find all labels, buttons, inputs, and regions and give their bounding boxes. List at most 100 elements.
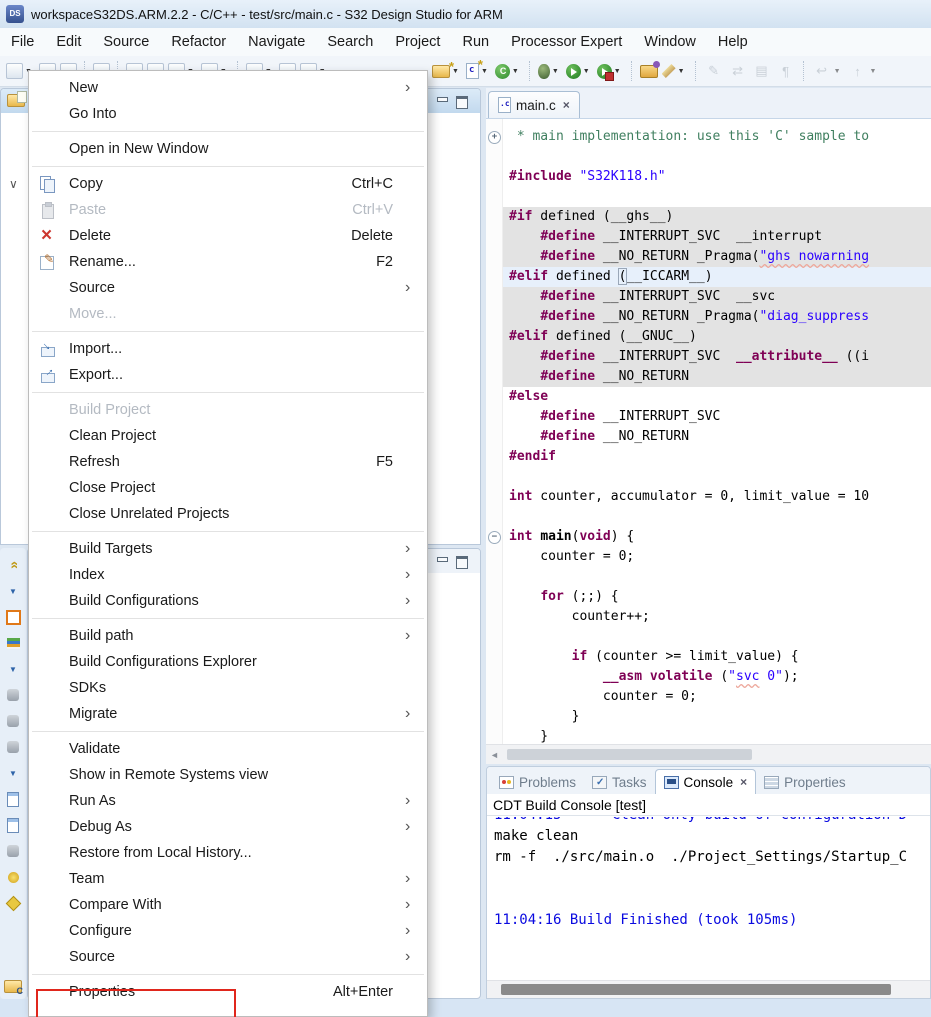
- context-menu-item-new[interactable]: New›: [29, 75, 427, 101]
- menu-shortcut: F5: [376, 454, 405, 470]
- tab-main-c[interactable]: main.c ×: [488, 91, 580, 118]
- chevron-down-icon[interactable]: ∨: [9, 177, 18, 191]
- context-menu-item-debug-as[interactable]: Debug As›: [29, 814, 427, 840]
- context-menu-item-clean-project[interactable]: Clean Project: [29, 423, 427, 449]
- close-tab-icon[interactable]: ×: [740, 775, 747, 789]
- console-hscrollbar[interactable]: [487, 980, 930, 998]
- context-menu-item-build-targets[interactable]: Build Targets›: [29, 536, 427, 562]
- menu-help[interactable]: Help: [707, 34, 759, 50]
- context-menu-item-compare-with[interactable]: Compare With›: [29, 892, 427, 918]
- open-declaration-icon: ▤: [751, 61, 773, 81]
- context-menu-item-paste[interactable]: PasteCtrl+V: [29, 197, 427, 223]
- tab-problems[interactable]: Problems: [491, 770, 584, 794]
- context-menu-item-export[interactable]: Export...: [29, 362, 427, 388]
- context-menu-item-close-project[interactable]: Close Project: [29, 475, 427, 501]
- console-panel: ProblemsTasksConsole×Properties CDT Buil…: [486, 766, 931, 999]
- minimized-view-icon[interactable]: [2, 890, 24, 916]
- context-menu-item-go-into[interactable]: Go Into: [29, 101, 427, 127]
- tab-label: Console: [684, 775, 734, 790]
- menu-processor-expert[interactable]: Processor Expert: [500, 34, 633, 50]
- debug-icon[interactable]: ▼: [537, 63, 563, 80]
- tab-console[interactable]: Console ×: [655, 769, 757, 794]
- minimize-panel-icon[interactable]: [436, 96, 448, 107]
- menu-file[interactable]: File: [0, 34, 45, 50]
- outline-view-icon[interactable]: [2, 604, 24, 630]
- editor-hscrollbar[interactable]: ◄: [486, 744, 931, 764]
- context-menu-item-validate[interactable]: Validate: [29, 736, 427, 762]
- context-menu-item-migrate[interactable]: Migrate›: [29, 701, 427, 727]
- code-line: #define __NO_RETURN: [503, 427, 931, 447]
- menu-source[interactable]: Source: [92, 34, 160, 50]
- code-line: int counter, accumulator = 0, limit_valu…: [503, 487, 931, 507]
- menu-search[interactable]: Search: [316, 34, 384, 50]
- open-resource-icon[interactable]: [639, 64, 659, 79]
- c-perspective-folder-icon[interactable]: [2, 973, 24, 999]
- context-menu-item-index[interactable]: Index›: [29, 562, 427, 588]
- minimize-panel-icon[interactable]: [436, 556, 448, 567]
- context-menu-item-sdks[interactable]: SDKs: [29, 675, 427, 701]
- toolbar-separator: [631, 61, 633, 81]
- context-menu-item-show-in-remote-systems-view[interactable]: Show in Remote Systems view: [29, 762, 427, 788]
- menu-navigate[interactable]: Navigate: [237, 34, 316, 50]
- context-menu-item-team[interactable]: Team›: [29, 866, 427, 892]
- view-menu-icon[interactable]: ▼: [2, 760, 24, 786]
- context-menu-item-copy[interactable]: CopyCtrl+C: [29, 171, 427, 197]
- menu-refactor[interactable]: Refactor: [160, 34, 237, 50]
- toolbar-separator: [529, 61, 531, 81]
- view-menu-icon[interactable]: ▼: [2, 656, 24, 682]
- project-explorer-tab-icon[interactable]: [7, 94, 25, 107]
- context-menu-item-refresh[interactable]: RefreshF5: [29, 449, 427, 475]
- close-tab-icon[interactable]: ×: [563, 98, 570, 112]
- maximize-panel-icon[interactable]: [456, 96, 468, 107]
- tab-tasks[interactable]: Tasks: [584, 770, 655, 794]
- menu-run[interactable]: Run: [451, 34, 500, 50]
- build-icon[interactable]: ▼: [494, 63, 523, 80]
- context-menu-item-move[interactable]: Move...: [29, 301, 427, 327]
- context-menu-item-close-unrelated-projects[interactable]: Close Unrelated Projects: [29, 501, 427, 527]
- minimized-view-icon[interactable]: [2, 864, 24, 890]
- collapse-fold-icon[interactable]: −: [488, 531, 501, 544]
- submenu-arrow-icon: ›: [405, 922, 427, 940]
- menu-project[interactable]: Project: [384, 34, 451, 50]
- minimized-view-icon[interactable]: [2, 786, 24, 812]
- scrollbar-thumb[interactable]: [507, 749, 752, 760]
- context-menu-item-rename[interactable]: Rename...F2: [29, 249, 427, 275]
- external-tools-icon[interactable]: ▼: [596, 63, 625, 80]
- minimized-view-icon[interactable]: [2, 812, 24, 838]
- minimized-view-icon[interactable]: [2, 708, 24, 734]
- tab-properties[interactable]: Properties: [756, 770, 854, 794]
- run-icon[interactable]: ▼: [565, 63, 594, 80]
- maximize-panel-icon[interactable]: [456, 556, 468, 567]
- context-menu-item-build-project[interactable]: Build Project: [29, 397, 427, 423]
- minimized-view-icon[interactable]: [2, 734, 24, 760]
- context-menu-item-build-path[interactable]: Build path›: [29, 623, 427, 649]
- restore-views-icon[interactable]: »: [2, 552, 24, 578]
- minimized-view-icon[interactable]: [2, 838, 24, 864]
- properties-icon: [764, 776, 779, 789]
- context-menu-item-delete[interactable]: DeleteDelete: [29, 223, 427, 249]
- menu-edit[interactable]: Edit: [45, 34, 92, 50]
- components-view-icon[interactable]: [2, 630, 24, 656]
- context-menu-item-source[interactable]: Source›: [29, 944, 427, 970]
- context-menu-item-configure[interactable]: Configure›: [29, 918, 427, 944]
- view-menu-icon[interactable]: ▼: [2, 578, 24, 604]
- expand-fold-icon[interactable]: +: [488, 131, 501, 144]
- marker-pen-icon[interactable]: ▼: [661, 63, 689, 79]
- context-menu-item-build-configurations[interactable]: Build Configurations›: [29, 588, 427, 614]
- context-menu-item-run-as[interactable]: Run As›: [29, 788, 427, 814]
- context-menu-item-restore-from-local-history[interactable]: Restore from Local History...: [29, 840, 427, 866]
- scrollbar-thumb[interactable]: [501, 984, 891, 995]
- menu-window[interactable]: Window: [633, 34, 707, 50]
- minimized-view-icon[interactable]: [2, 682, 24, 708]
- context-menu-item-source[interactable]: Source›: [29, 275, 427, 301]
- new-wizard-icon[interactable]: ▼: [431, 64, 463, 79]
- submenu-arrow-icon: ›: [405, 792, 427, 810]
- new-c-file-icon[interactable]: ▼: [465, 62, 492, 80]
- submenu-arrow-icon: ›: [405, 627, 427, 645]
- context-menu-item-import[interactable]: Import...: [29, 336, 427, 362]
- context-menu-item-build-configurations-explorer[interactable]: Build Configurations Explorer: [29, 649, 427, 675]
- console-output[interactable]: 11:04:15 **** Clean-only build of config…: [487, 817, 930, 981]
- context-menu-item-open-in-new-window[interactable]: Open in New Window: [29, 136, 427, 162]
- code-editor[interactable]: +− * main implementation: use this 'C' s…: [486, 119, 931, 744]
- scroll-left-icon[interactable]: ◄: [486, 750, 503, 760]
